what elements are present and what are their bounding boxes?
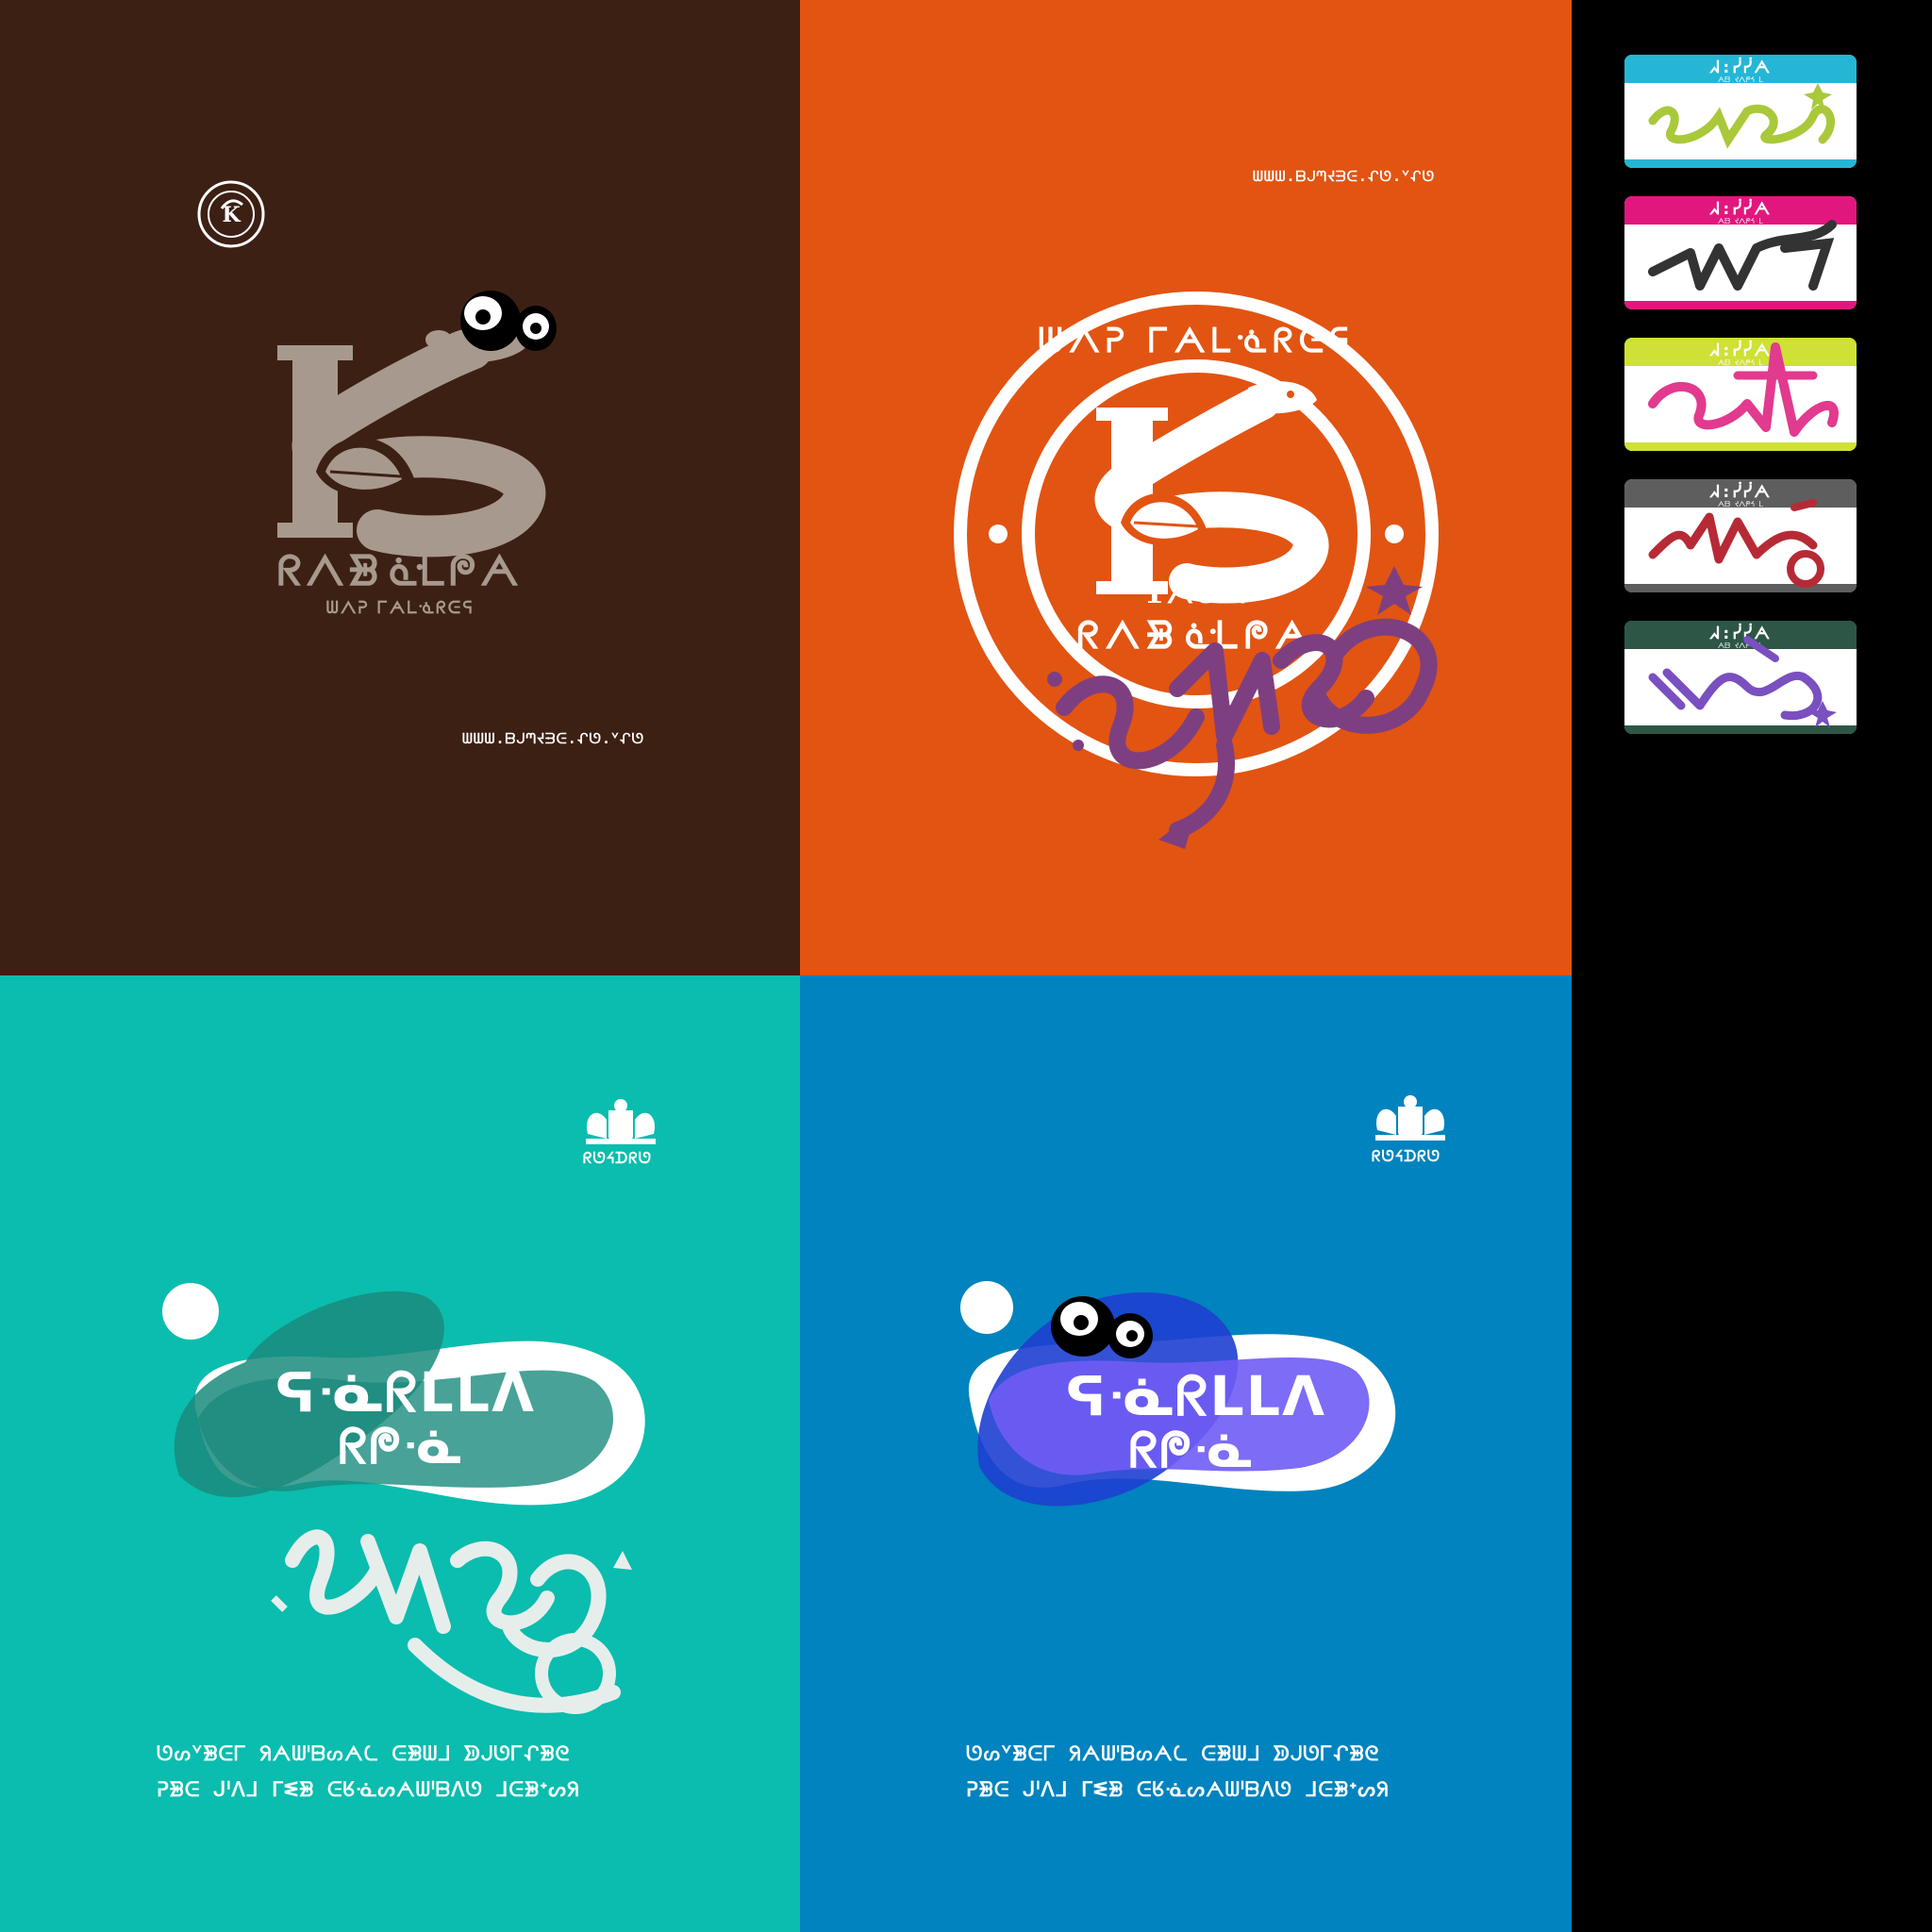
sticker-1: ᖽ:ᓰᓰᗅ ᗅᗷ ᔪᐱᖘᔦ ᒪ [1624,55,1857,168]
brand-subtitle: ᗯᐱᕈ ᒥᗅᒪᓍᖇᕮᕋ [325,598,475,618]
logo-line-1: ᕋᓍᖇᒪᒪᐱ [1066,1364,1326,1428]
blue-poster-panel: ᖇᘎᔦᗪᖇᘎ ᕋᓍᖇᒪᒪᐱ ᖇᖘᓍ ᘎᔕᘁᗾᕮᒥ ᖆᗅᗯᑊᗹᔕᗅᘇ ᕮᗾᗯᒧ ᗥ… [800,975,1572,1932]
graffiti-tag-icon [271,1529,632,1714]
website-url: ᗯᗯᗯ.ᗹᒍᘉᔪᗳᕮ.ᖋᘎ.ᘁᖋᘎ [1253,168,1436,185]
teal-poster-panel: ᖇᘎᔦᗪᖇᘎ ᕋᓍᖇᒪᒪᐱ ᖇᖘᓍ ᘎᔕᘁᗾᕮᒥ ᖆᗅᗯᑊᗹᔕᗅᘇ ᕮᗾᗯᒧ ᗥ… [0,975,800,1932]
graffiti-tag-icon [1648,342,1839,437]
body-line-1: ᘎᔕᘁᗾᕮᒥ ᖆᗅᗯᑊᗹᔕᗅᘇ ᕮᗾᗯᒧ ᗥᒍᘎᒥᖋᗾᘓ [157,1742,571,1765]
logo-line-1: ᕋᓍᖇᒪᒪᐱ [275,1360,536,1424]
body-text: ᘎᔕᘁᗾᕮᒥ ᖆᗅᗯᑊᗹᔕᗅᘇ ᕮᗾᗯᒧ ᗥᒍᘎᒥᖋᗾᘓ ᕈᗾᕮ ᒍᑊᐱᒧ ᒥᓬ… [966,1736,1389,1807]
sticker-4: ᖽ:ᓰᓰᗅ ᗅᗷ ᔪᐱᖘᔦ ᒪ [1624,479,1857,592]
logo-line-2: ᖇᖘᓍ [1128,1423,1255,1479]
small-seal-logo-icon: K [197,180,265,248]
body-line-1: ᘎᔕᘁᗾᕮᒥ ᖆᗅᗯᑊᗹᔕᗅᘇ ᕮᗾᗯᒧ ᗥᒍᘎᒥᖋᗾᘓ [966,1742,1380,1765]
graffiti-tag-icon [1648,499,1824,588]
graffiti-tag-icon [1648,83,1836,149]
graffiti-tag-icon [1047,566,1438,849]
lion-crest-icon [586,1099,656,1144]
crest-label: ᖇᘎᔦᗪᖇᘎ [583,1149,653,1167]
logo-line-2: ᖇᖘᓍ [338,1419,464,1475]
brown-poster-panel: K ᖇᐱᗾᓎᒪᖘᗅ ᗯᐱᕈ ᒥᗅᒪᓍᖇᕮᕋ ᗯᗯᗯ.ᗹᒍᘉᔪᗳᕮ.ᖋᘎ.ᘁᖋᘎ [0,0,800,975]
lion-crest-icon [1375,1095,1445,1141]
orange-poster-panel: ᗯᗯᗯ.ᗹᒍᘉᔪᗳᕮ.ᖋᘎ.ᘁᖋᘎ ᗯᐱᕈ ᒥᗅᒪᓍᖇᕮᕋ 1ᗅ8ᗅ ᖇᐱᗾᓎᒪ… [800,0,1572,975]
body-text: ᘎᔕᘁᗾᕮᒥ ᖆᗅᗯᑊᗹᔕᗅᘇ ᕮᗾᗯᒧ ᗥᒍᘎᒥᖋᗾᘓ ᕈᗾᕮ ᒍᑊᐱᒧ ᒥᓬ… [157,1736,579,1807]
website-url: ᗯᗯᗯ.ᗹᒍᘉᔪᗳᕮ.ᖋᘎ.ᘁᖋᘎ [462,730,645,747]
graffiti-tag-icon [1648,220,1837,291]
crest-label: ᖇᘎᔦᗪᖇᘎ [1372,1147,1441,1165]
seal-top-text: ᗯᐱᕈ ᒥᗅᒪᓍᖇᕮᕋ [1038,321,1355,360]
sticker-5: ᖽ:ᓰᓰᗅ ᗅᗷ ᔪᐱᖘᔦ ᒪ [1624,621,1857,734]
k-eel-emblem-icon [277,291,557,558]
graffiti-tag-icon [1648,636,1837,727]
body-line-2: ᕈᗾᕮ ᒍᑊᐱᒧ ᒥᓬᗾ ᕮᖉᓍᔕᗅᗯᑊᗹᐱᘎ ᒧᕮᗾᐩᔕᖆ [157,1778,580,1801]
sticker-2: ᖽ:ᓰᓰᗅ ᗅᗷ ᔪᐱᖘᔦ ᒪ [1624,196,1857,309]
sticker-3: ᖽ:ᓰᓰᗅ ᗅᗷ ᔪᐱᖘᔦ ᒪ [1624,338,1857,451]
body-line-2: ᕈᗾᕮ ᒍᑊᐱᒧ ᒥᓬᗾ ᕮᖉᓍᔕᗅᗯᑊᗹᐱᘎ ᒧᕮᗾᐩᔕᖆ [966,1778,1390,1801]
brand-name: ᖇᐱᗾᓎᒪᖘᗅ [276,547,524,595]
